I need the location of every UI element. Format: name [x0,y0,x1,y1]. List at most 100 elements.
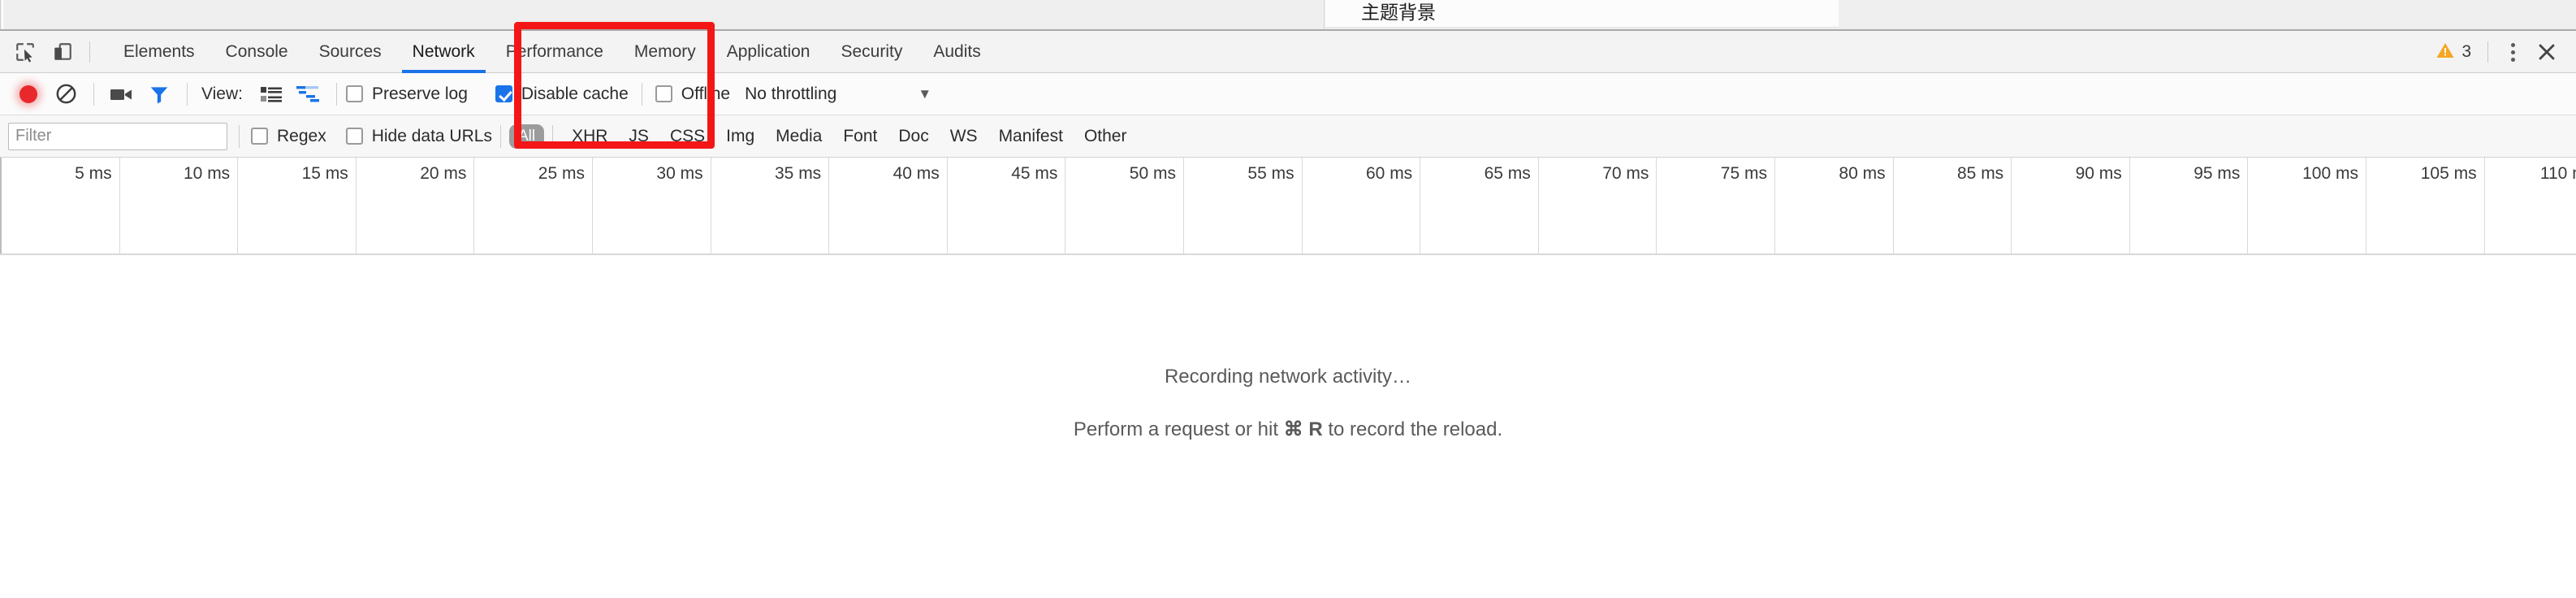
offline-checkbox[interactable]: Offline [655,84,730,104]
offline-label: Offline [681,84,731,103]
timeline-tick: 40 ms [829,158,948,254]
record-button-icon[interactable] [10,76,47,113]
toolbar-divider-2 [187,82,188,106]
filter-type-js[interactable]: JS [629,127,649,146]
timeline-tick-label: 75 ms [1720,164,1767,183]
preserve-log-box [345,85,363,102]
timeline-tick: 75 ms [1657,158,1775,254]
preserve-log-checkbox[interactable]: Preserve log [345,84,468,104]
timeline-tick: 55 ms [1184,158,1303,254]
empty-state-line2: Perform a request or hit ⌘ R to record t… [1074,418,1502,441]
chevron-down-icon[interactable]: ▼ [918,86,931,102]
filter-type-manifest[interactable]: Manifest [999,127,1063,146]
throttling-select[interactable]: No throttling [745,84,836,104]
filter-type-css[interactable]: CSS [670,127,705,146]
timeline-tick: 70 ms [1539,158,1658,254]
regex-checkbox[interactable]: Regex [251,127,326,146]
warning-indicator[interactable]: 3 [2427,41,2479,64]
tab-label: Network [412,41,475,61]
timeline-tick-label: 90 ms [2075,164,2122,183]
tab-application[interactable]: Application [711,31,826,73]
timeline-tick: 80 ms [1775,158,1894,254]
timeline-tick-label: 80 ms [1839,164,1886,183]
timeline-tick: 60 ms [1303,158,1421,254]
device-toolbar-icon[interactable] [44,33,81,71]
timeline-tick: 110 ms [2485,158,2576,254]
devtools-panel: Elements Console Sources Network Perform… [0,29,2576,598]
disable-cache-checkbox[interactable]: Disable cache [495,84,629,104]
close-icon[interactable] [2529,34,2565,70]
capture-screenshots-icon[interactable] [103,76,140,113]
tab-label: Elements [123,41,195,61]
timeline-tick: 105 ms [2366,158,2485,254]
timeline-tick: 65 ms [1420,158,1539,254]
timeline-tick-label: 35 ms [775,164,822,183]
tab-network[interactable]: Network [397,31,491,73]
devtools-tabbar: Elements Console Sources Network Perform… [0,31,2576,73]
network-toolbar: View: Preserve log Disable cache Offline… [0,73,2576,115]
record-dot [19,84,37,103]
empty-state-line2-after: to record the reload. [1322,418,1503,440]
filter-type-ws[interactable]: WS [950,127,978,146]
timeline-tick-label: 20 ms [420,164,467,183]
page-section-title: 主题背景 [1361,2,1436,24]
toolbar-divider-1 [93,82,94,106]
tabbar-divider [89,41,90,63]
filter-type-xhr[interactable]: XHR [572,127,607,146]
tab-audits[interactable]: Audits [918,31,996,73]
timeline-tick: 20 ms [357,158,475,254]
empty-state-shortcut: ⌘ R [1283,418,1323,440]
timeline-tick-label: 55 ms [1247,164,1294,183]
timeline-tick-label: 30 ms [656,164,703,183]
tab-label: Audits [933,41,981,61]
filter-funnel-icon[interactable] [140,76,178,113]
offline-box [655,85,672,102]
tab-memory[interactable]: Memory [619,31,711,73]
timeline-tick: 10 ms [120,158,239,254]
filter-type-media[interactable]: Media [776,127,822,146]
timeline-tick-label: 65 ms [1484,164,1531,183]
tab-label: Console [225,41,288,61]
regex-box [251,128,268,145]
network-filter-row: Regex Hide data URLs All XHR JS CSS Img … [0,115,2576,158]
list-view-icon[interactable] [253,76,290,113]
timeline-tick-label: 100 ms [2302,164,2358,183]
timeline-tick-label: 45 ms [1011,164,1058,183]
page-left-edge [0,0,1,29]
timeline-tick-label: 60 ms [1366,164,1413,183]
empty-state-line2-before: Perform a request or hit [1073,418,1284,440]
disable-cache-label: Disable cache [521,84,629,103]
tab-performance[interactable]: Performance [491,31,619,73]
tab-security[interactable]: Security [825,31,918,73]
devtools-tab-list: Elements Console Sources Network Perform… [108,31,996,73]
filter-input[interactable] [8,122,227,150]
filter-type-all[interactable]: All [508,124,545,149]
timeline-ruler[interactable]: 5 ms 10 ms 15 ms 20 ms 25 ms 30 ms 35 ms 40 ms 4… [0,158,2576,255]
filter-type-img[interactable]: Img [726,127,754,146]
page-right-gutter [1839,0,2576,29]
filter-type-other[interactable]: Other [1084,127,1127,146]
filter-divider-2 [499,124,501,148]
timeline-tick: 85 ms [1894,158,2012,254]
toolbar-divider-3 [335,82,337,106]
clear-icon[interactable] [47,76,84,113]
hide-data-urls-box [345,128,363,145]
kebab-menu-icon[interactable] [2496,36,2529,68]
filter-type-doc[interactable]: Doc [898,127,928,146]
regex-label: Regex [277,126,326,145]
tab-console[interactable]: Console [210,31,304,73]
inspect-element-icon[interactable] [6,33,44,71]
timeline-tick-label: 25 ms [538,164,585,183]
tab-elements[interactable]: Elements [108,31,210,73]
filter-type-font[interactable]: Font [843,127,877,146]
timeline-tick: 100 ms [2248,158,2366,254]
hide-data-urls-checkbox[interactable]: Hide data URLs [345,127,492,146]
timeline-tick-label: 40 ms [893,164,940,183]
timeline-tick: 25 ms [474,158,593,254]
tab-sources[interactable]: Sources [304,31,397,73]
tab-label: Security [841,41,903,61]
timeline-tick-label: 110 ms [2539,164,2576,183]
tab-label: Performance [505,41,603,61]
waterfall-view-icon[interactable] [290,76,327,113]
page-column-separator [1324,0,1325,29]
